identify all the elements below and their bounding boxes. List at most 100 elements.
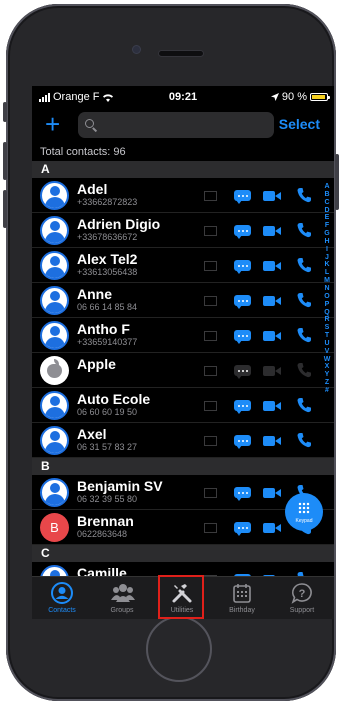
video-call-icon[interactable] [263,401,281,411]
index-letter[interactable]: V [323,348,331,356]
contact-row[interactable]: Auto Ecole 06 60 60 19 50 [32,388,334,423]
mail-icon[interactable] [204,488,217,498]
apple-logo-icon [40,356,69,385]
message-icon[interactable] [234,225,251,239]
tab-support[interactable]: ? Support [272,577,332,619]
index-letter[interactable]: I [323,246,331,254]
top-toolbar: + Select [32,109,334,141]
contact-row[interactable]: Alex Tel2 +33613056438 [32,248,334,283]
contact-row[interactable]: Anne 06 66 14 85 84 [32,283,334,318]
index-letter[interactable]: Q [323,309,331,317]
index-letter[interactable]: M [323,277,331,285]
search-input[interactable] [102,112,272,140]
message-icon[interactable] [234,190,251,204]
index-letter[interactable]: Z [323,379,331,387]
index-letter[interactable]: L [323,269,331,277]
contact-phone: +33662872823 [77,197,138,207]
index-letter[interactable]: U [323,340,331,348]
mail-icon[interactable] [204,226,217,236]
index-letter[interactable]: G [323,230,331,238]
mail-icon[interactable] [204,401,217,411]
index-letter[interactable]: O [323,293,331,301]
message-icon[interactable] [234,365,251,379]
index-letter[interactable]: N [323,285,331,293]
video-call-icon[interactable] [263,191,281,201]
index-letter[interactable]: F [323,222,331,230]
index-letter[interactable]: # [323,387,331,395]
tab-label: Birthday [229,607,255,614]
index-letter[interactable]: E [323,214,331,222]
app-screen: Orange F 09:21 90 % + Select Total conta… [32,86,334,619]
video-call-icon[interactable] [263,488,281,498]
contact-row[interactable]: Axel 06 31 57 83 27 [32,423,334,458]
volume-down-button [3,190,7,228]
index-letter[interactable]: X [323,363,331,371]
phone-call-icon[interactable] [297,257,311,273]
mail-icon[interactable] [204,191,217,201]
person-circle-icon [51,582,73,604]
phone-call-icon[interactable] [297,222,311,238]
video-call-icon[interactable] [263,436,281,446]
message-icon[interactable] [234,260,251,274]
mail-icon[interactable] [204,366,217,376]
phone-call-icon[interactable] [297,187,311,203]
phone-call-icon[interactable] [297,397,311,413]
contact-row[interactable]: Apple [32,353,334,388]
index-letter[interactable]: H [323,238,331,246]
home-button[interactable] [146,616,212,682]
mail-icon[interactable] [204,296,217,306]
select-button[interactable]: Select [279,116,320,132]
video-call-icon[interactable] [263,523,281,533]
contact-row[interactable]: Adrien Digio +33678636672 [32,213,334,248]
video-call-icon[interactable] [263,331,281,341]
video-call-icon[interactable] [263,296,281,306]
search-bar[interactable] [78,112,274,140]
volume-up-button [3,142,7,180]
video-call-icon[interactable] [263,261,281,271]
message-icon[interactable] [234,522,251,536]
contact-name: Brennan [77,513,134,529]
phone-call-icon[interactable] [297,432,311,448]
tab-birthday[interactable]: Birthday [212,577,272,619]
tab-label: Groups [110,607,134,614]
tab-contacts[interactable]: Contacts [32,577,92,619]
index-letter[interactable]: S [323,324,331,332]
index-letter[interactable]: C [323,199,331,207]
search-icon [85,119,94,128]
index-letter[interactable]: Y [323,371,331,379]
index-letter[interactable]: W [323,356,331,364]
add-contact-button[interactable]: + [45,109,60,139]
phone-call-icon[interactable] [297,327,311,343]
mail-icon[interactable] [204,523,217,533]
contact-name: Axel [77,426,107,442]
contact-phone: +33678636672 [77,232,138,242]
video-call-icon[interactable] [263,366,281,376]
mail-icon[interactable] [204,436,217,446]
message-icon[interactable] [234,330,251,344]
phone-call-icon[interactable] [297,362,311,378]
message-icon[interactable] [234,400,251,414]
alphabet-index[interactable]: A B C D E F G H I J K L M N O P Q R S T U V W X Y Z # [323,183,331,395]
group-icon [111,584,135,602]
message-icon[interactable] [234,487,251,501]
keypad-button[interactable]: Keypad [285,493,323,531]
message-icon[interactable] [234,435,251,449]
contact-row[interactable]: Antho F +33659140377 [32,318,334,353]
index-letter[interactable]: K [323,261,331,269]
phone-call-icon[interactable] [297,292,311,308]
index-letter[interactable]: P [323,301,331,309]
contact-row[interactable]: Adel +33662872823 [32,178,334,213]
index-letter[interactable]: A [323,183,331,191]
person-avatar-icon [40,216,69,245]
tab-groups[interactable]: Groups [92,577,152,619]
mail-icon[interactable] [204,331,217,341]
index-letter[interactable]: D [323,207,331,215]
message-icon[interactable] [234,295,251,309]
mail-icon[interactable] [204,261,217,271]
index-letter[interactable]: R [323,316,331,324]
index-letter[interactable]: J [323,254,331,262]
index-letter[interactable]: B [323,191,331,199]
index-letter[interactable]: T [323,332,331,340]
contact-phone: +33659140377 [77,337,138,347]
video-call-icon[interactable] [263,226,281,236]
